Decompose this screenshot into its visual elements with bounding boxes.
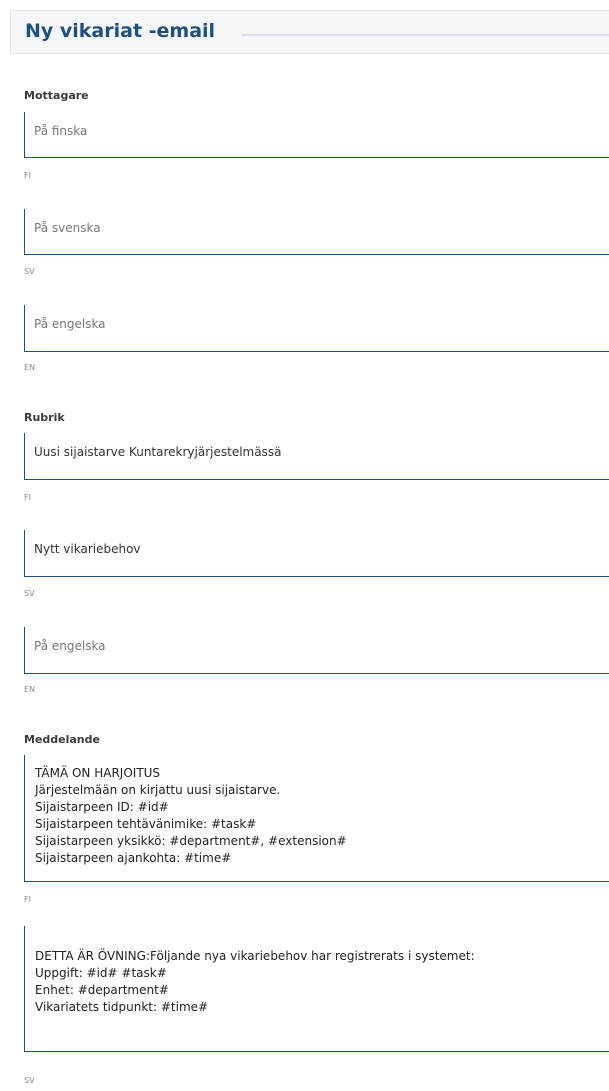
page-title: Ny vikariat -email bbox=[25, 20, 216, 42]
message-section-label: Meddelande bbox=[24, 733, 100, 746]
message-fi-line: TÄMÄ ON HARJOITUS bbox=[35, 766, 161, 780]
recipient-fi-lang-label: FI bbox=[24, 171, 31, 180]
message-fi-line: Järjestelmään on kirjattu uusi sijaistar… bbox=[35, 783, 281, 797]
recipient-en-lang-label: EN bbox=[24, 363, 36, 372]
recipient-sv-input[interactable]: På svenska bbox=[24, 209, 609, 255]
subject-sv-input[interactable]: Nytt vikariebehov bbox=[24, 530, 609, 577]
subject-section-label: Rubrik bbox=[24, 411, 65, 424]
message-fi-line: Sijaistarpeen ID: #id# bbox=[35, 800, 169, 814]
message-sv-line: Vikariatets tidpunkt: #time# bbox=[35, 1000, 209, 1014]
message-fi-text: TÄMÄ ON HARJOITUS Järjestelmään on kirja… bbox=[35, 765, 347, 867]
message-sv-textarea[interactable]: DETTA ÄR ÖVNING:Följande nya vikariebeho… bbox=[24, 926, 609, 1052]
header-divider bbox=[241, 34, 609, 36]
recipient-sv-placeholder: På svenska bbox=[34, 221, 101, 235]
recipient-fi-placeholder: På finska bbox=[34, 124, 88, 138]
subject-fi-value: Uusi sijaistarve Kuntarekryjärjestelmäss… bbox=[34, 445, 282, 459]
message-sv-line: DETTA ÄR ÖVNING:Följande nya vikariebeho… bbox=[35, 949, 475, 963]
message-fi-lang-label: FI bbox=[24, 895, 31, 904]
recipient-fi-input[interactable]: På finska bbox=[24, 112, 609, 158]
subject-en-input[interactable]: På engelska bbox=[24, 627, 609, 674]
subject-sv-lang-label: SV bbox=[24, 589, 35, 598]
recipient-section-label: Mottagare bbox=[24, 89, 89, 102]
message-sv-text: DETTA ÄR ÖVNING:Följande nya vikariebeho… bbox=[35, 948, 475, 1016]
subject-en-lang-label: EN bbox=[24, 685, 36, 694]
message-fi-line: Sijaistarpeen ajankohta: #time# bbox=[35, 851, 232, 865]
message-sv-line: Enhet: #department# bbox=[35, 983, 169, 997]
recipient-en-input[interactable]: På engelska bbox=[24, 305, 609, 352]
message-sv-lang-label: SV bbox=[24, 1076, 35, 1085]
recipient-sv-lang-label: SV bbox=[24, 267, 35, 276]
message-fi-line: Sijaistarpeen yksikkö: #department#, #ex… bbox=[35, 834, 347, 848]
page-header: Ny vikariat -email bbox=[10, 10, 609, 54]
subject-en-placeholder: På engelska bbox=[34, 639, 106, 653]
subject-fi-input[interactable]: Uusi sijaistarve Kuntarekryjärjestelmäss… bbox=[24, 433, 609, 480]
message-sv-line: Uppgift: #id# #task# bbox=[35, 966, 167, 980]
subject-fi-lang-label: FI bbox=[24, 493, 31, 502]
subject-sv-value: Nytt vikariebehov bbox=[34, 542, 141, 556]
message-fi-line: Sijaistarpeen tehtävänimike: #task# bbox=[35, 817, 257, 831]
recipient-en-placeholder: På engelska bbox=[34, 317, 106, 331]
message-fi-textarea[interactable]: TÄMÄ ON HARJOITUS Järjestelmään on kirja… bbox=[24, 755, 609, 882]
